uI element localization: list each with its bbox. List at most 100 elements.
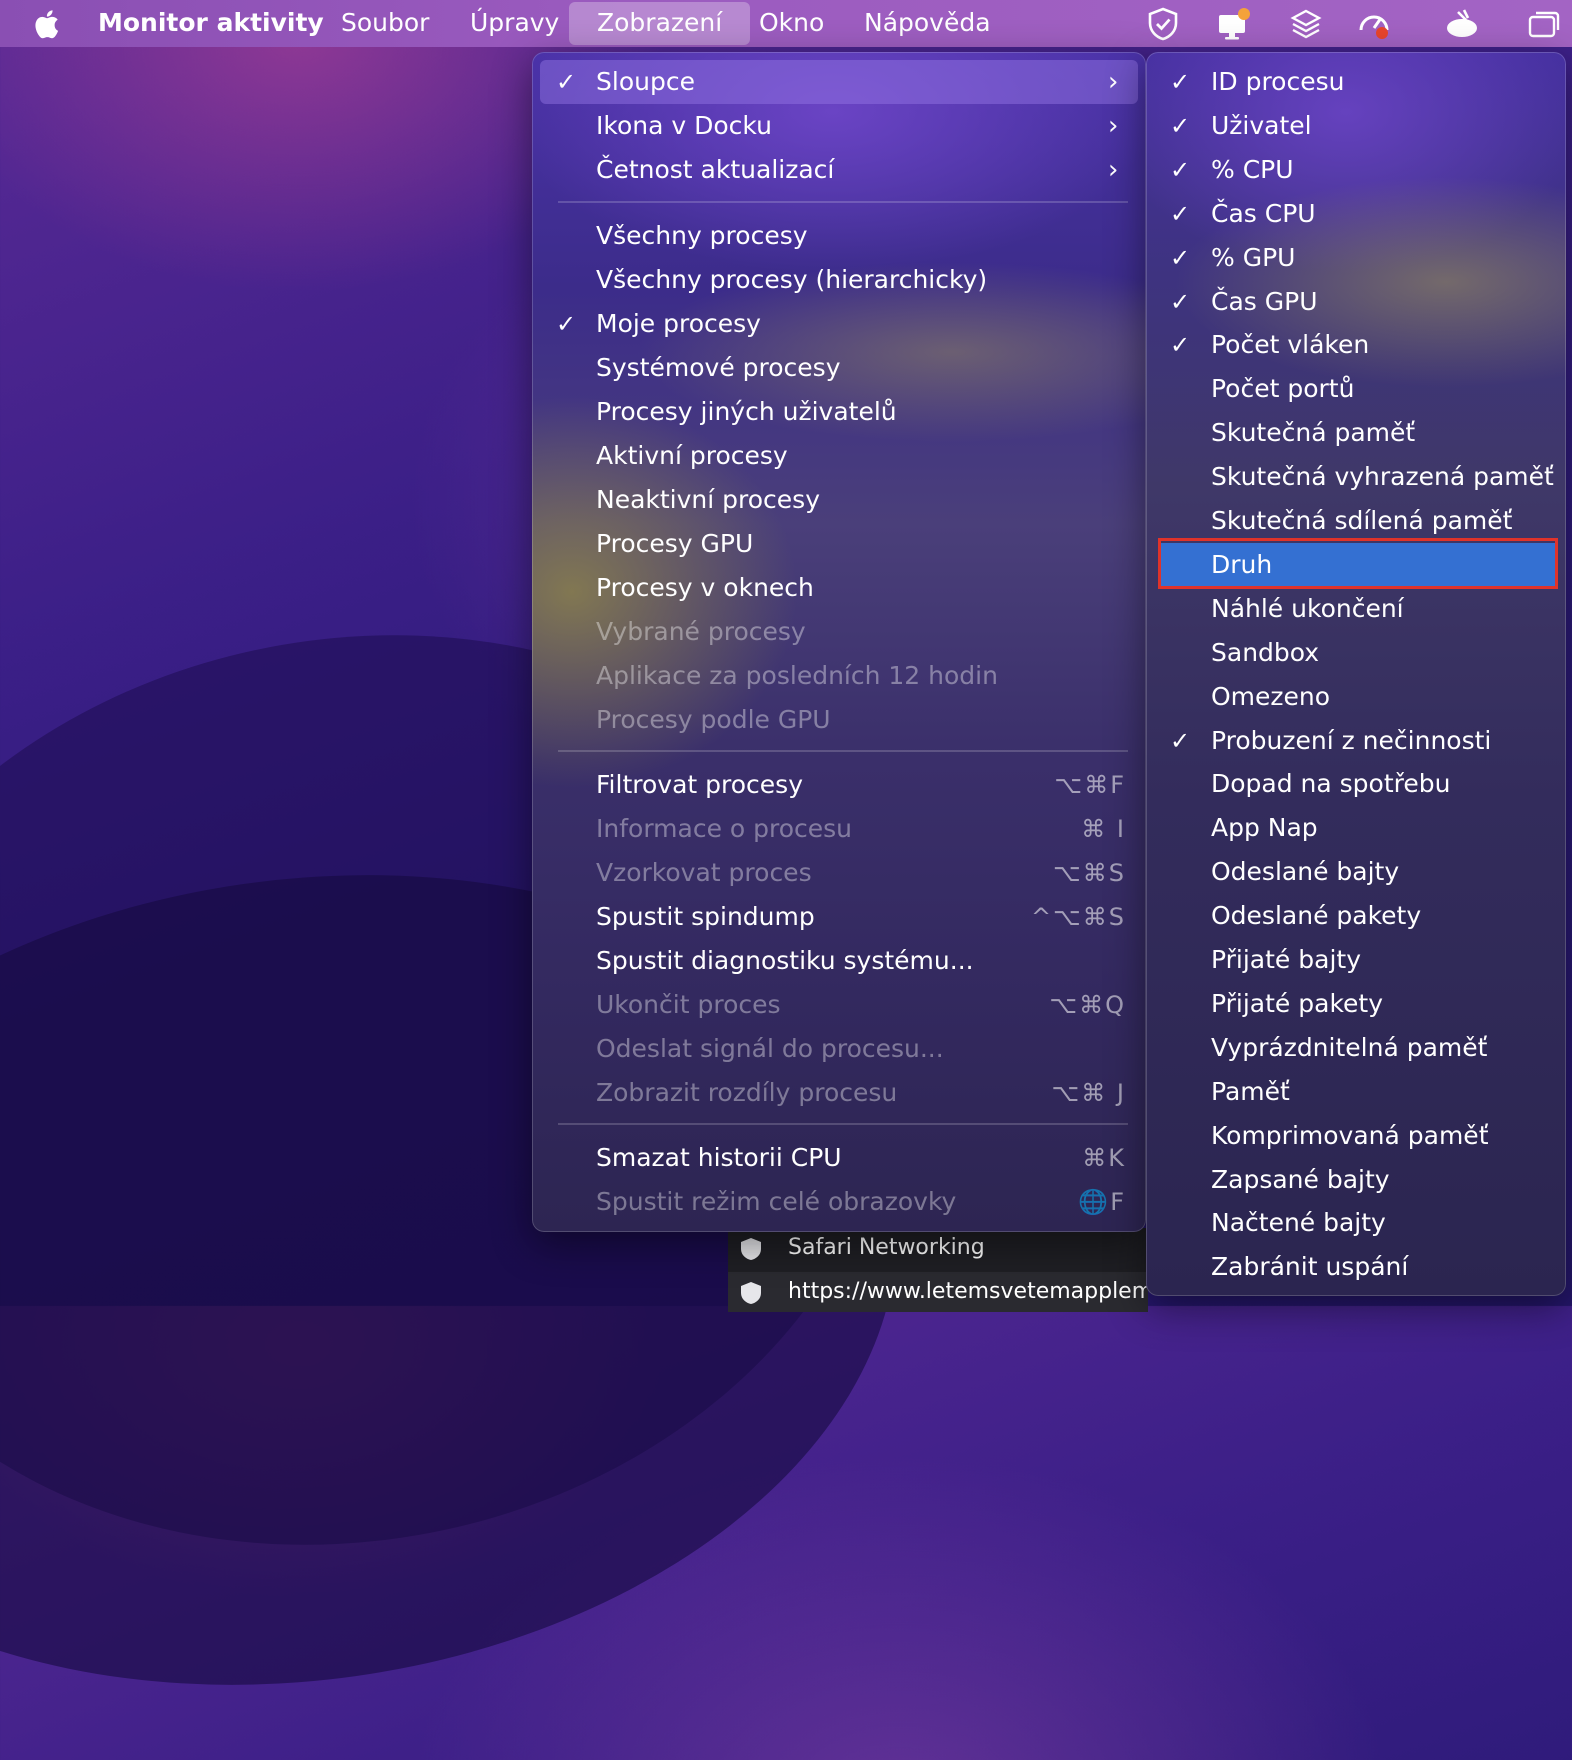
menu-zobrazeni[interactable]: Zobrazení — [569, 2, 751, 45]
submenu-item[interactable]: Paměť — [1170, 1070, 1550, 1114]
menu-item[interactable]: ✓ Moje procesy — [556, 302, 1126, 346]
process-icon — [741, 1282, 761, 1304]
keyboard-shortcut: ^⌥⌘S — [1031, 903, 1126, 931]
submenu-item[interactable]: ✓ Čas GPU — [1170, 280, 1550, 324]
submenu-item[interactable]: Zabránit uspání — [1170, 1245, 1550, 1289]
menu-item[interactable]: ✓ Sloupce › — [556, 60, 1126, 104]
submenu-item[interactable]: Odeslané bajty — [1170, 850, 1550, 894]
menu-item[interactable]: Neaktivní procesy — [556, 478, 1126, 522]
menu-item[interactable]: Procesy GPU — [556, 522, 1126, 566]
submenu-item-label: Paměť — [1211, 1076, 1290, 1106]
list-item[interactable]: https://www.letemsvetemapplem.e — [728, 1272, 1148, 1312]
layers-icon[interactable] — [1288, 6, 1324, 42]
submenu-item[interactable]: Náhlé ukončení — [1170, 587, 1550, 631]
menu-item[interactable]: Všechny procesy (hierarchicky) — [556, 258, 1126, 302]
submenu-item[interactable]: Vyprázdnitelná paměť — [1170, 1026, 1550, 1070]
gauge-icon[interactable] — [1356, 6, 1392, 42]
submenu-item-label: ID procesu — [1211, 67, 1345, 96]
submenu-item[interactable]: Skutečná paměť — [1170, 411, 1550, 455]
menu-item[interactable]: Filtrovat procesy ⌥⌘F — [556, 763, 1126, 807]
menu-item-label: Aktivní procesy — [596, 441, 788, 470]
process-name: Safari Networking — [788, 1235, 985, 1260]
submenu-item-label: Uživatel — [1211, 110, 1312, 140]
menu-item[interactable]: Procesy jiných uživatelů — [556, 390, 1126, 434]
chevron-right-icon: › — [1108, 111, 1119, 141]
submenu-item[interactable]: Přijaté pakety — [1170, 982, 1550, 1026]
submenu-item[interactable]: Načtené bajty — [1170, 1201, 1550, 1245]
submenu-item[interactable]: Komprimovaná paměť — [1170, 1114, 1550, 1158]
menu-item-label: Ikona v Docku — [596, 111, 772, 140]
menu-item: Spustit režim celé obrazovky 🌐F — [556, 1180, 1126, 1224]
menu-item-label: Aplikace za posledních 12 hodin — [596, 661, 998, 690]
menu-item: Procesy podle GPU — [556, 698, 1126, 742]
menu-item[interactable]: Ikona v Docku › — [556, 104, 1126, 148]
submenu-item-label: % GPU — [1211, 242, 1296, 272]
submenu-item[interactable]: Počet portů — [1170, 367, 1550, 411]
menu-item[interactable]: Spustit spindump ^⌥⌘S — [556, 895, 1126, 939]
submenu-item[interactable]: Omezeno — [1170, 675, 1550, 719]
submenu-item[interactable]: ✓ ID procesu — [1170, 60, 1550, 104]
submenu-item-label: Čas CPU — [1211, 198, 1316, 228]
menu-item[interactable]: Systémové procesy — [556, 346, 1126, 390]
submenu-item[interactable]: ✓ % CPU — [1170, 148, 1550, 192]
menu-item: Informace o procesu ⌘ I — [556, 807, 1126, 851]
menu-item[interactable]: Aktivní procesy — [556, 434, 1126, 478]
submenu-item-label: Probuzení z nečinnosti — [1211, 725, 1492, 755]
menu-item-label: Neaktivní procesy — [596, 485, 820, 514]
submenu-item-label: Čas GPU — [1211, 286, 1318, 316]
submenu-item[interactable]: ✓ Čas CPU — [1170, 192, 1550, 236]
submenu-item[interactable]: Sandbox — [1170, 631, 1550, 675]
menu-item[interactable]: Všechny procesy — [556, 214, 1126, 258]
list-item[interactable]: Safari Networking — [728, 1228, 1148, 1268]
submenu-item[interactable]: Odeslané pakety — [1170, 894, 1550, 938]
menu-upravy[interactable]: Úpravy — [470, 0, 559, 47]
menu-item: Vybrané procesy — [556, 610, 1126, 654]
submenu-item[interactable]: ✓ Probuzení z nečinnosti — [1170, 719, 1550, 763]
process-icon — [741, 1238, 761, 1260]
submenu-item-label: Počet vláken — [1211, 330, 1370, 360]
checkmark-icon: ✓ — [1170, 726, 1191, 755]
checkmark-icon: ✓ — [556, 310, 577, 338]
menu-item[interactable]: Procesy v oknech — [556, 566, 1126, 610]
app-menu[interactable]: Monitor aktivity — [98, 0, 324, 47]
submenu-item[interactable]: Skutečná vyhrazená paměť — [1170, 455, 1554, 499]
menu-item: Aplikace za posledních 12 hodin — [556, 654, 1126, 698]
submenu-item[interactable]: ✓ Uživatel — [1170, 104, 1550, 148]
keyboard-shortcut: ⌥⌘ J — [1051, 1079, 1126, 1107]
menu-item-label: Sloupce — [596, 67, 695, 96]
menu-item-label: Procesy GPU — [596, 529, 754, 558]
chevron-right-icon: › — [1108, 67, 1119, 97]
submenu-item-label: Náhlé ukončení — [1211, 593, 1404, 623]
submenu-item-label: Odeslané pakety — [1211, 901, 1422, 931]
annotation-highlight-box — [1158, 538, 1558, 589]
menu-soubor[interactable]: Soubor — [341, 0, 429, 47]
submenu-item[interactable]: Zapsané bajty — [1170, 1158, 1550, 1202]
menu-napoveda[interactable]: Nápověda — [864, 0, 991, 47]
menu-item[interactable]: Spustit diagnostiku systému... — [556, 939, 1126, 983]
submenu-item[interactable]: App Nap — [1170, 806, 1550, 850]
notification-monitor-icon[interactable] — [1216, 6, 1252, 42]
menu-separator — [558, 201, 1128, 203]
menu-item[interactable]: Četnost aktualizací › — [556, 148, 1126, 192]
apple-logo-icon[interactable] — [30, 7, 60, 41]
submenu-item[interactable]: Přijaté bajty — [1170, 938, 1550, 982]
keyboard-shortcut: ⌘K — [1082, 1144, 1126, 1172]
shield-check-icon[interactable] — [1145, 6, 1181, 42]
submenu-item[interactable]: ✓ Počet vláken — [1170, 323, 1550, 367]
chevron-right-icon: › — [1108, 155, 1119, 185]
submenu-item[interactable]: Skutečná sdílená paměť — [1170, 499, 1550, 543]
menu-item[interactable]: Smazat historii CPU ⌘K — [556, 1136, 1126, 1180]
menu-item-label: Četnost aktualizací — [596, 155, 835, 184]
menu-separator — [558, 1123, 1128, 1125]
checkmark-icon: ✓ — [1170, 243, 1191, 272]
windows-icon[interactable] — [1526, 6, 1562, 42]
checkmark-icon: ✓ — [1170, 287, 1191, 316]
menu-okno[interactable]: Okno — [759, 0, 824, 47]
checkmark-icon: ✓ — [556, 68, 577, 96]
menu-item-label: Filtrovat procesy — [596, 770, 803, 799]
submenu-item[interactable]: Dopad na spotřebu — [1170, 762, 1550, 806]
submenu-item-label: Odeslané bajty — [1211, 857, 1400, 887]
submenu-item[interactable]: ✓ % GPU — [1170, 236, 1550, 280]
bowl-icon[interactable] — [1444, 6, 1480, 42]
checkmark-icon: ✓ — [1170, 331, 1191, 360]
